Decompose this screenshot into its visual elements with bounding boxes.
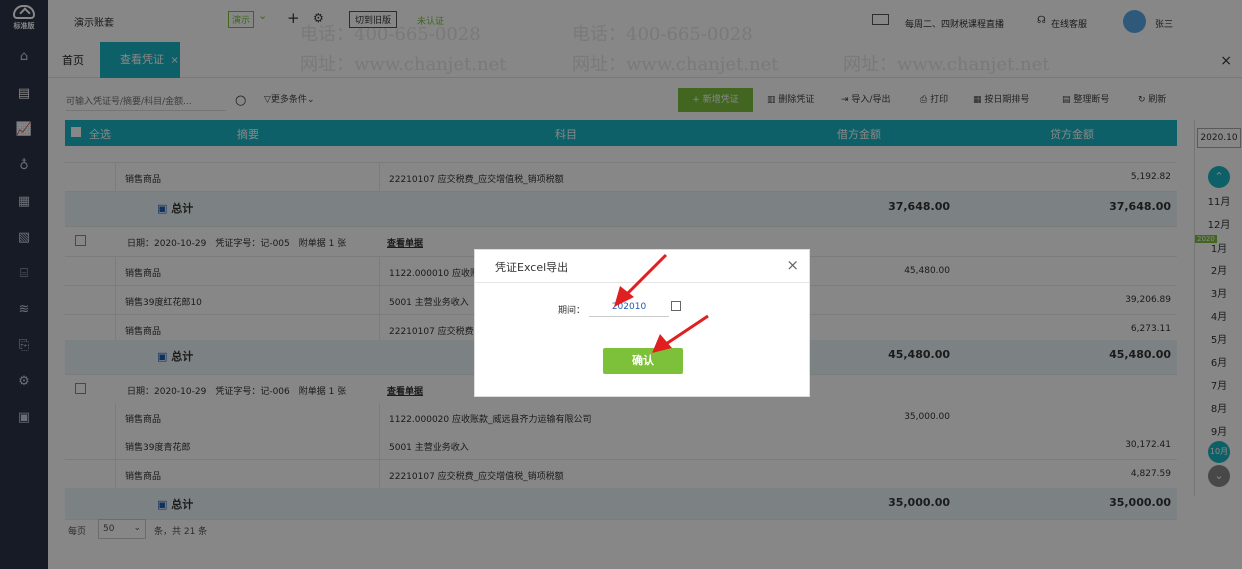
close-icon[interactable]: × xyxy=(786,256,799,274)
calendar-icon[interactable]: . xyxy=(671,301,681,311)
divider xyxy=(475,282,809,283)
export-dialog: 凭证Excel导出 × 期间： . 确认 xyxy=(474,249,810,397)
dialog-title: 凭证Excel导出 xyxy=(495,261,569,274)
confirm-button[interactable]: 确认 xyxy=(603,348,683,374)
period-label: 期间： xyxy=(558,306,586,316)
period-input[interactable] xyxy=(589,298,669,317)
